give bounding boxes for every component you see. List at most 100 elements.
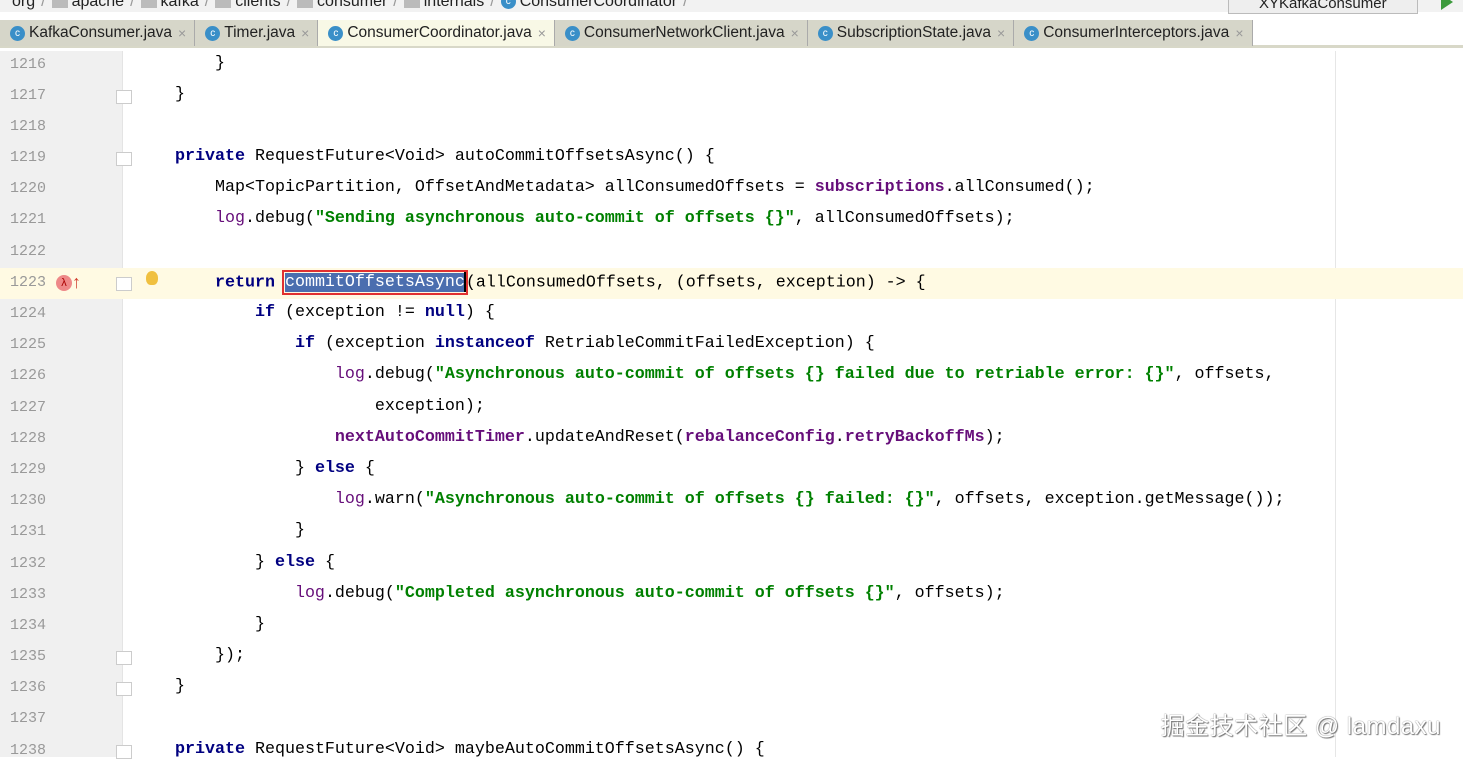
breadcrumb-item[interactable]: internals xyxy=(403,0,484,11)
line-number[interactable]: 1227 xyxy=(0,399,46,416)
breadcrumb-item[interactable]: c ConsumerCoordinator xyxy=(500,0,677,11)
java-class-icon: c xyxy=(1024,25,1040,41)
line-number[interactable]: 1238 xyxy=(0,742,46,759)
code-token: RequestFuture<Void> autoCommitOffsetsAsy… xyxy=(254,147,715,167)
code-token: .debug( xyxy=(244,209,315,229)
code-token: , offsets, xyxy=(1174,365,1275,385)
line-number[interactable]: 1231 xyxy=(0,523,46,540)
lambda-icon[interactable]: λ xyxy=(56,274,72,291)
breadcrumb-item[interactable]: apache xyxy=(51,0,124,11)
line-number[interactable]: 1221 xyxy=(0,211,46,228)
line-number[interactable]: 1228 xyxy=(0,430,46,447)
tab-kafkaconsumer[interactable]: c KafkaConsumer.java × xyxy=(0,20,196,46)
line-number[interactable]: 1233 xyxy=(0,586,46,603)
line-number[interactable]: 1219 xyxy=(0,149,46,166)
code-text: if (exception instanceof RetriableCommit… xyxy=(175,334,875,353)
code-token: .debug( xyxy=(364,365,435,385)
code-line: 1232 } else { xyxy=(0,549,1463,580)
code-token: { xyxy=(324,552,335,572)
code-line: 1229 } else { xyxy=(0,455,1463,486)
close-icon[interactable]: × xyxy=(1235,25,1243,41)
code-token: private xyxy=(175,739,255,759)
close-icon[interactable]: × xyxy=(538,25,546,41)
breadcrumb-item[interactable]: kafka xyxy=(140,0,199,11)
line-number[interactable]: 1234 xyxy=(0,617,46,634)
breadcrumb-separator: / xyxy=(204,0,210,10)
line-number[interactable]: 1220 xyxy=(0,180,46,197)
line-number[interactable]: 1224 xyxy=(0,305,46,322)
intention-bulb-icon[interactable] xyxy=(146,270,158,285)
breadcrumb-label: org xyxy=(12,0,36,10)
breadcrumb-separator: / xyxy=(393,0,398,10)
code-token: log xyxy=(175,490,365,510)
code-line: 1227 exception); xyxy=(0,393,1463,424)
fold-marker-icon[interactable] xyxy=(116,682,132,697)
code-line: 1216 } xyxy=(0,50,1463,81)
line-number[interactable]: 1237 xyxy=(0,710,46,727)
code-editor[interactable]: 1216 } 1217} 1218 1219 private RequestFuture… xyxy=(0,50,1463,767)
code-text: } else { xyxy=(175,459,375,478)
fold-marker-icon[interactable] xyxy=(116,276,132,291)
line-number[interactable]: 1226 xyxy=(0,367,46,384)
code-token: else xyxy=(314,458,365,478)
code-text: private RequestFuture<Void> maybeAutoCom… xyxy=(175,740,765,759)
line-number[interactable]: 1236 xyxy=(0,679,46,696)
code-token: ); xyxy=(984,427,1005,447)
breadcrumb-separator: / xyxy=(41,0,46,10)
close-icon[interactable]: × xyxy=(301,25,309,41)
tab-timer[interactable]: c Timer.java × xyxy=(195,20,319,46)
breadcrumb-label: consumer xyxy=(317,0,388,10)
code-token: } xyxy=(175,458,315,478)
breadcrumb-item[interactable]: clients xyxy=(215,0,281,11)
close-icon[interactable]: × xyxy=(997,25,1005,41)
code-token: nextAutoCommitTimer xyxy=(175,427,525,447)
code-token: } xyxy=(175,84,185,104)
code-token: .updateAndReset( xyxy=(524,427,685,447)
code-token: if xyxy=(175,334,325,354)
fold-marker-icon[interactable] xyxy=(116,152,132,167)
line-number[interactable]: 1225 xyxy=(0,336,46,353)
class-icon: c xyxy=(500,0,516,10)
code-line: 1222 xyxy=(0,237,1463,268)
folder-icon xyxy=(140,0,157,8)
code-token: "Asynchronous auto-commit of offsets {} … xyxy=(434,365,1175,385)
line-number[interactable]: 1222 xyxy=(0,243,46,260)
folder-icon xyxy=(403,0,420,8)
run-config-select[interactable]: XYKafkaConsumer xyxy=(1228,0,1418,14)
code-token: log xyxy=(175,209,245,229)
code-token: } xyxy=(175,521,305,541)
code-token: else xyxy=(274,552,325,572)
line-number[interactable]: 1235 xyxy=(0,648,46,665)
fold-marker-icon[interactable] xyxy=(116,89,132,104)
breadcrumb-item[interactable]: consumer xyxy=(297,0,387,11)
close-icon[interactable]: × xyxy=(791,25,799,41)
run-icon[interactable] xyxy=(1441,0,1453,10)
code-token: null xyxy=(424,303,465,322)
code-line: 1220 Map<TopicPartition, OffsetAndMetada… xyxy=(0,174,1463,205)
line-number[interactable]: 1230 xyxy=(0,492,46,509)
close-icon[interactable]: × xyxy=(178,25,186,41)
code-text: } xyxy=(175,677,185,696)
line-number[interactable]: 1216 xyxy=(0,56,46,73)
code-text: }); xyxy=(175,646,245,665)
tab-consumernetworkclient[interactable]: c ConsumerNetworkClient.java × xyxy=(554,20,808,46)
fold-marker-icon[interactable] xyxy=(116,651,132,666)
breadcrumb-item[interactable]: org xyxy=(12,0,35,11)
code-token: } xyxy=(175,53,225,73)
line-number[interactable]: 1229 xyxy=(0,461,46,478)
code-line: 1223 λ ↑ return commitOffsetsAsync(allCons… xyxy=(0,267,1463,299)
code-token: private xyxy=(175,147,255,167)
tab-consumerinterceptors[interactable]: c ConsumerInterceptors.java × xyxy=(1014,20,1253,46)
line-number[interactable]: 1223 xyxy=(0,274,46,291)
code-token: log xyxy=(175,365,365,385)
overrides-arrow-icon[interactable]: ↑ xyxy=(72,272,81,293)
line-number[interactable]: 1232 xyxy=(0,555,46,572)
line-number[interactable]: 1218 xyxy=(0,118,46,135)
java-class-icon: c xyxy=(10,25,25,41)
code-line: 1235 }); xyxy=(0,642,1463,673)
breadcrumb-separator: / xyxy=(130,0,135,10)
tab-consumercoordinator[interactable]: c ConsumerCoordinator.java × xyxy=(318,20,555,46)
code-text: Map<TopicPartition, OffsetAndMetadata> a… xyxy=(175,178,1095,197)
tab-subscriptionstate[interactable]: c SubscriptionState.java × xyxy=(807,20,1015,46)
line-number[interactable]: 1217 xyxy=(0,87,46,104)
